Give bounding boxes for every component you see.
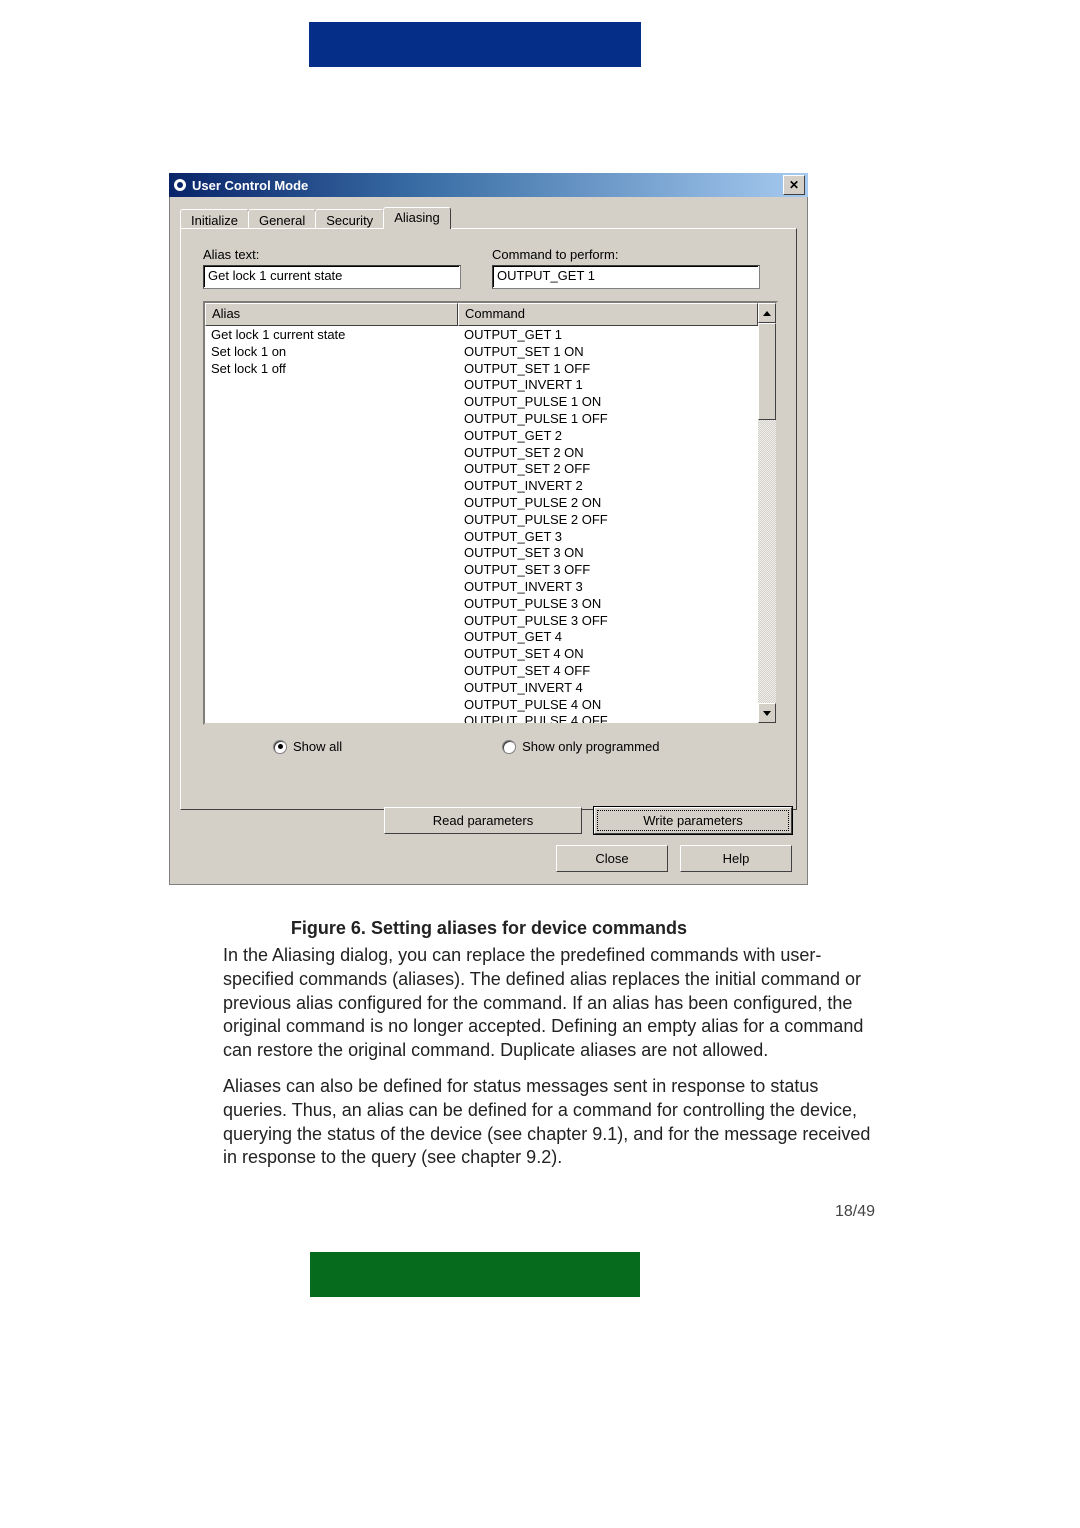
scroll-thumb[interactable]	[758, 323, 776, 420]
close-button[interactable]: Close	[556, 845, 668, 872]
scroll-down-button[interactable]	[758, 703, 776, 723]
user-control-mode-dialog: User Control Mode ✕ Initialize General S…	[169, 173, 808, 885]
column-header-command[interactable]: Command	[458, 303, 758, 326]
radio-show-all[interactable]: Show all	[273, 739, 342, 754]
alias-items[interactable]: Get lock 1 current state Set lock 1 on S…	[205, 326, 458, 378]
radio-show-programmed[interactable]: Show only programmed	[502, 739, 659, 754]
titlebar[interactable]: User Control Mode ✕	[169, 173, 808, 197]
footer-bar	[310, 1252, 640, 1297]
window-title: User Control Mode	[192, 178, 308, 193]
app-icon	[172, 177, 188, 193]
paragraph-1: In the Aliasing dialog, you can replace …	[223, 944, 873, 1063]
command-label: Command to perform:	[492, 247, 778, 262]
radio-show-all-label: Show all	[293, 739, 342, 754]
alias-command-list[interactable]: Alias Get lock 1 current state Set lock …	[203, 301, 778, 725]
scroll-track[interactable]	[758, 323, 776, 703]
radio-dot-icon	[273, 740, 287, 754]
write-parameters-button[interactable]: Write parameters	[594, 807, 792, 834]
alias-text-input[interactable]: Get lock 1 current state	[203, 265, 461, 289]
scroll-up-button[interactable]	[758, 303, 776, 323]
tabstrip: Initialize General Security Aliasing	[180, 207, 797, 229]
tab-aliasing[interactable]: Aliasing	[383, 207, 451, 229]
page-number: 18/49	[835, 1203, 875, 1221]
help-button[interactable]: Help	[680, 845, 792, 872]
command-input[interactable]: OUTPUT_GET 1	[492, 265, 760, 289]
chevron-up-icon	[763, 311, 771, 316]
radio-show-programmed-label: Show only programmed	[522, 739, 659, 754]
alias-text-label: Alias text:	[203, 247, 492, 262]
paragraph-2: Aliases can also be defined for status m…	[223, 1075, 873, 1170]
vertical-scrollbar[interactable]	[758, 303, 776, 723]
column-header-alias[interactable]: Alias	[205, 303, 458, 326]
read-parameters-button[interactable]: Read parameters	[384, 807, 582, 834]
chevron-down-icon	[763, 711, 771, 716]
command-items[interactable]: OUTPUT_GET 1 OUTPUT_SET 1 ON OUTPUT_SET …	[458, 326, 758, 723]
header-bar	[309, 22, 641, 67]
close-icon[interactable]: ✕	[783, 175, 805, 195]
tabpanel-aliasing: Alias text: Get lock 1 current state Com…	[180, 228, 797, 810]
radio-dot-icon	[502, 740, 516, 754]
figure-caption: Figure 6. Setting aliases for device com…	[169, 917, 809, 941]
